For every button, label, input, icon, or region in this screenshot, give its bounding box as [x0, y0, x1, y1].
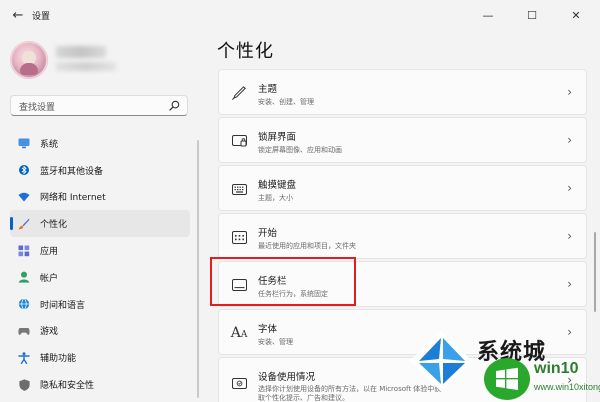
- sidebar-item-label: 时间和语言: [40, 300, 86, 311]
- windows-logo-icon: [496, 367, 518, 390]
- close-button[interactable]: ✕: [554, 0, 598, 32]
- chevron-right-icon: ›: [567, 133, 572, 147]
- page-title: 个性化: [217, 41, 274, 62]
- watermark-brand: win10: [534, 360, 579, 377]
- sidebar-nav: 系统 蓝牙和其他设备 网络和 Internet 个性化 应用 帐户 时间和语言 …: [10, 130, 190, 398]
- wifi-icon: [18, 191, 30, 203]
- sidebar-item-personalization[interactable]: 个性化: [10, 210, 190, 238]
- taskbar-highlight-box: [210, 257, 356, 306]
- card-start[interactable]: 开始 最近使用的应用和项目，文件夹 ›: [218, 213, 587, 259]
- card-subtitle: 主题，大小: [258, 194, 293, 202]
- main-scrollbar[interactable]: [594, 232, 596, 312]
- card-title: 主题: [258, 84, 278, 95]
- apps-icon: [18, 245, 30, 257]
- sidebar-item-label: 隐私和安全性: [40, 381, 95, 392]
- chevron-right-icon: ›: [567, 85, 572, 99]
- chevron-right-icon: ›: [567, 229, 572, 243]
- watermark: 系统城 win10 www.win10xitong.com: [405, 320, 600, 402]
- watermark-diamond-logo: [409, 330, 473, 392]
- brush-icon: [18, 218, 30, 230]
- user-email-blurred: [56, 62, 116, 71]
- card-title: 锁屏界面: [258, 132, 297, 143]
- search-input[interactable]: 查找设置: [10, 95, 188, 116]
- sidebar-item-gaming[interactable]: 游戏: [10, 318, 190, 345]
- sidebar-item-label: 帐户: [40, 273, 59, 284]
- card-touch-keyboard[interactable]: 触摸键盘 主题，大小 ›: [218, 165, 587, 211]
- sidebar-item-time-language[interactable]: 时间和语言: [10, 291, 190, 318]
- maximize-button[interactable]: ☐: [510, 0, 554, 32]
- title-bar: ← 设置 — ☐ ✕: [0, 0, 600, 32]
- globe-clock-icon: [18, 298, 30, 310]
- sidebar-item-accessibility[interactable]: 辅助功能: [10, 344, 190, 371]
- card-subtitle: 最近使用的应用和项目，文件夹: [258, 242, 356, 250]
- user-name-blurred: [56, 46, 106, 58]
- gamepad-icon: [18, 325, 30, 337]
- app-title: 设置: [32, 12, 51, 22]
- watermark-url: www.win10xitong.com: [534, 382, 600, 392]
- lock-screen-icon: [231, 133, 247, 149]
- sidebar-item-label: 游戏: [40, 327, 59, 338]
- search-placeholder: 查找设置: [19, 103, 56, 113]
- sidebar-item-label: 应用: [40, 247, 59, 258]
- card-themes[interactable]: 主题 安装、创建、管理 ›: [218, 69, 587, 115]
- back-arrow-icon[interactable]: ←: [10, 8, 26, 24]
- sidebar-item-label: 蓝牙和其他设备: [40, 166, 104, 177]
- start-icon: [231, 229, 247, 245]
- sidebar-item-apps[interactable]: 应用: [10, 237, 190, 264]
- font-icon: AA: [230, 325, 248, 341]
- user-avatar[interactable]: [10, 41, 48, 79]
- shield-icon: [18, 378, 30, 391]
- account-icon: [18, 271, 30, 283]
- search-icon[interactable]: [169, 100, 180, 111]
- watermark-badge: win10 www.win10xitong.com: [484, 356, 600, 402]
- card-title: 触摸键盘: [258, 180, 297, 191]
- accessibility-icon: [18, 352, 30, 364]
- sidebar-item-accounts[interactable]: 帐户: [10, 264, 190, 291]
- sidebar-item-bluetooth[interactable]: 蓝牙和其他设备: [10, 157, 190, 184]
- sidebar-item-label: 网络和 Internet: [40, 193, 106, 204]
- chevron-right-icon: ›: [567, 277, 572, 291]
- sidebar-item-label: 系统: [40, 139, 59, 150]
- card-subtitle: 锁定屏幕图像、应用和动画: [258, 146, 342, 154]
- sidebar-item-network[interactable]: 网络和 Internet: [10, 184, 190, 211]
- keyboard-icon: [231, 181, 247, 197]
- monitor-icon: [18, 137, 30, 149]
- card-title: 设备使用情况: [258, 372, 316, 383]
- card-subtitle: 安装、管理: [258, 338, 293, 346]
- card-title: 开始: [258, 228, 278, 239]
- sidebar-item-privacy[interactable]: 隐私和安全性: [10, 371, 190, 398]
- sidebar-item-label: 个性化: [40, 220, 68, 231]
- pen-icon: [231, 85, 247, 101]
- card-title: 字体: [258, 324, 278, 335]
- device-usage-icon: [231, 376, 247, 392]
- minimize-button[interactable]: —: [466, 0, 510, 32]
- sidebar-item-system[interactable]: 系统: [10, 130, 190, 157]
- bluetooth-icon: [18, 164, 30, 176]
- chevron-right-icon: ›: [567, 181, 572, 195]
- sidebar-item-label: 辅助功能: [40, 354, 77, 365]
- card-subtitle: 安装、创建、管理: [258, 98, 314, 106]
- card-lock-screen[interactable]: 锁屏界面 锁定屏幕图像、应用和动画 ›: [218, 117, 587, 163]
- sidebar-scrollbar[interactable]: [197, 140, 199, 398]
